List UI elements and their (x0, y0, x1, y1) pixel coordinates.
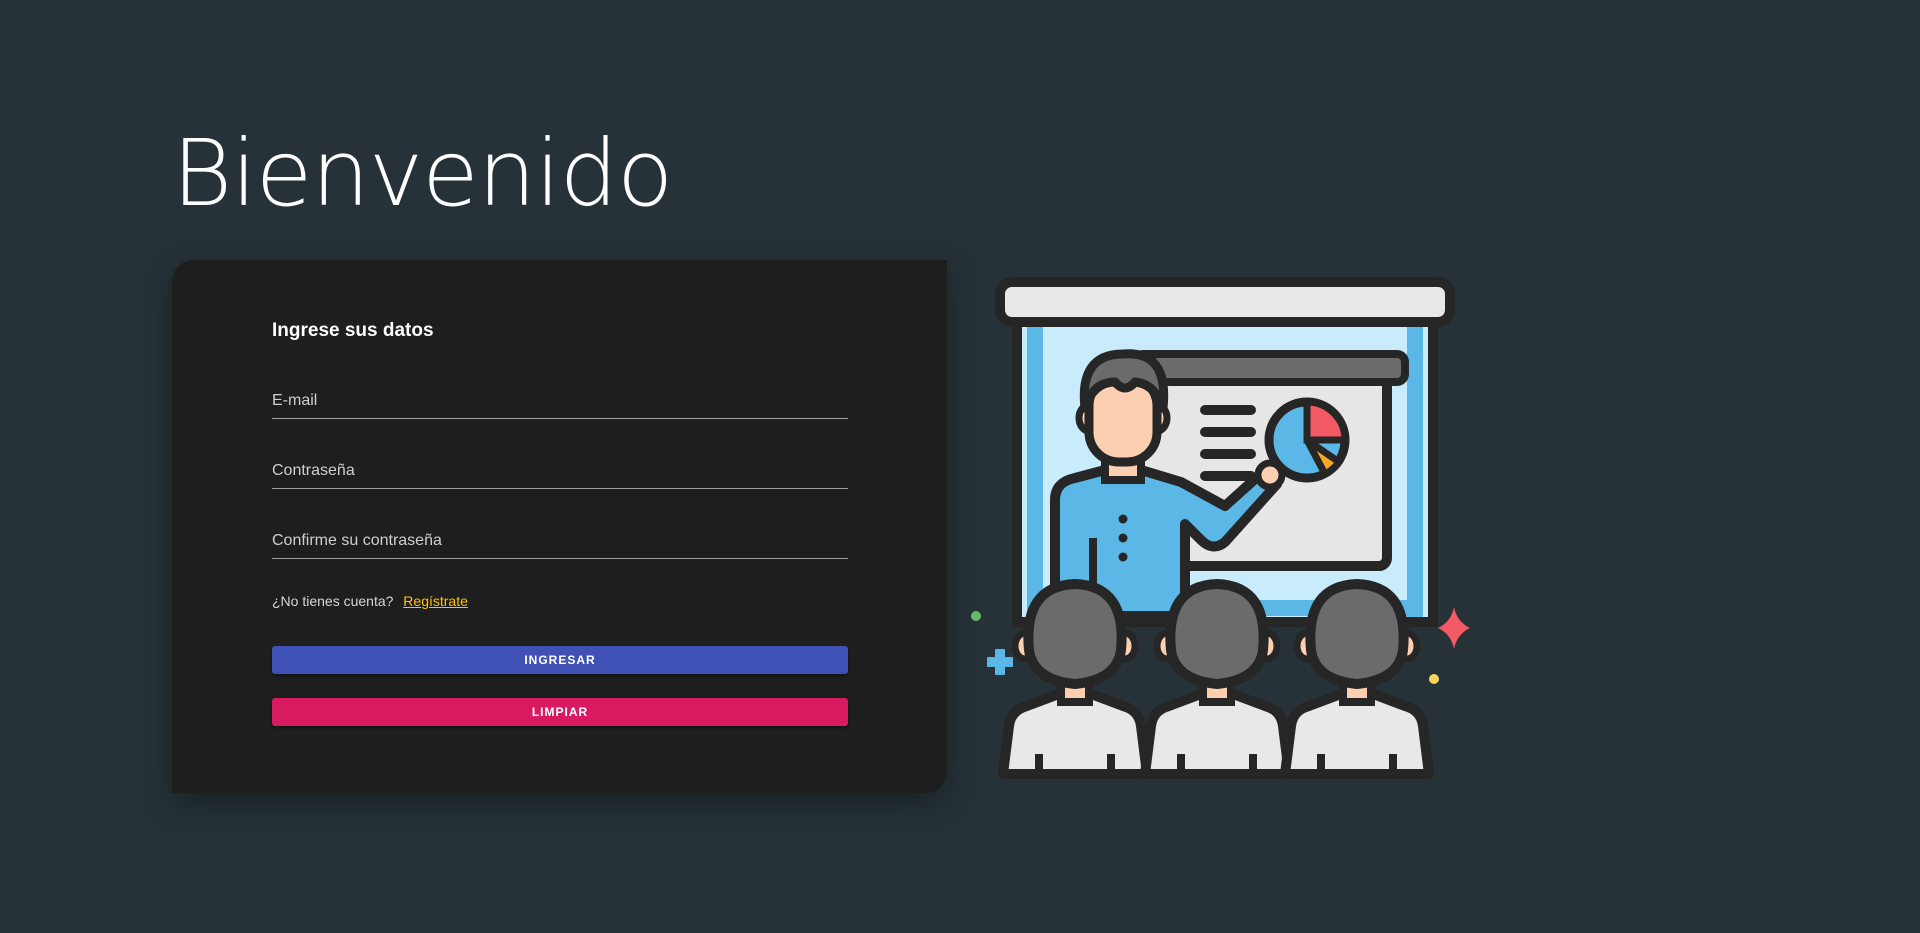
presentation-audience-icon (971, 277, 1470, 779)
submit-button[interactable]: INGRESAR (272, 646, 848, 674)
confirm-password-field[interactable] (272, 530, 848, 558)
email-field[interactable] (272, 390, 848, 418)
no-account-text: ¿No tienes cuenta? (272, 593, 394, 609)
register-link[interactable]: Regístrate (403, 593, 468, 609)
register-row: ¿No tienes cuenta? Regístrate (272, 593, 848, 609)
login-page: Bienvenido Ingrese sus datos ¿No tienes … (0, 0, 1920, 933)
form-title: Ingrese sus datos (272, 320, 434, 341)
password-field-wrapper (272, 460, 848, 489)
password-field[interactable] (272, 460, 848, 488)
login-form: Ingrese sus datos ¿No tienes cuenta? Reg… (272, 320, 848, 726)
page-title: Bienvenido (172, 120, 673, 227)
confirm-password-field-wrapper (272, 530, 848, 559)
clear-button[interactable]: LIMPIAR (272, 698, 848, 726)
email-field-wrapper (272, 390, 848, 419)
login-card: Ingrese sus datos ¿No tienes cuenta? Reg… (172, 260, 947, 793)
